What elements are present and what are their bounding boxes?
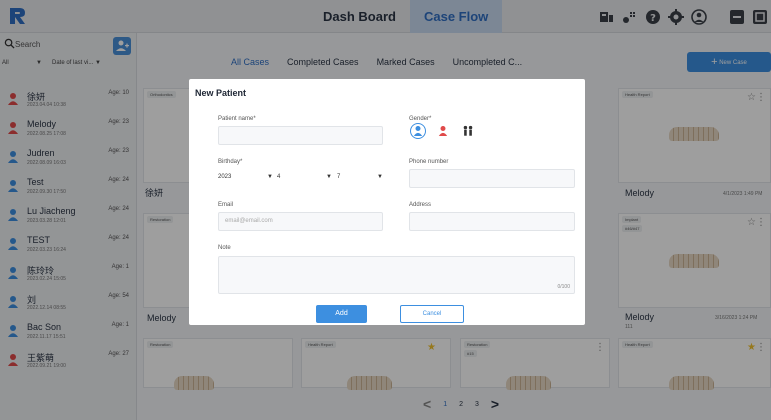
female-icon xyxy=(438,126,448,136)
phone-field[interactable] xyxy=(409,169,575,188)
gender-other-option[interactable] xyxy=(460,123,476,139)
email-field[interactable]: email@email.com xyxy=(218,212,383,231)
new-patient-dialog: New Patient Patient name* Gender* Birthd… xyxy=(189,79,585,325)
cancel-button[interactable]: Cancel xyxy=(400,305,464,323)
male-icon xyxy=(413,126,423,136)
gender-other-icon xyxy=(463,125,473,136)
note-char-counter: 0/100 xyxy=(557,284,570,290)
address-field[interactable] xyxy=(409,212,575,231)
note-field[interactable]: 0/100 xyxy=(218,256,575,294)
dialog-title: New Patient xyxy=(195,88,247,98)
chevron-down-icon: ▼ xyxy=(377,174,383,180)
email-label: Email xyxy=(218,202,234,208)
birthday-label: Birthday* xyxy=(218,159,243,165)
gender-label: Gender* xyxy=(409,116,432,122)
chevron-down-icon: ▼ xyxy=(326,174,332,180)
note-label: Note xyxy=(218,245,231,251)
patient-name-field[interactable] xyxy=(218,126,383,145)
birthday-year-select[interactable]: 2023 ▼ xyxy=(218,168,273,187)
birthday-month-select[interactable]: 4 ▼ xyxy=(277,168,332,187)
birthday-day-select[interactable]: 7 ▼ xyxy=(337,168,383,187)
address-label: Address xyxy=(409,202,432,208)
patient-name-label: Patient name* xyxy=(218,116,256,122)
chevron-down-icon: ▼ xyxy=(267,174,273,180)
add-button[interactable]: Add xyxy=(316,305,367,323)
gender-female-option[interactable] xyxy=(435,123,451,139)
gender-male-option[interactable] xyxy=(410,123,426,139)
phone-label: Phone number xyxy=(409,159,449,165)
